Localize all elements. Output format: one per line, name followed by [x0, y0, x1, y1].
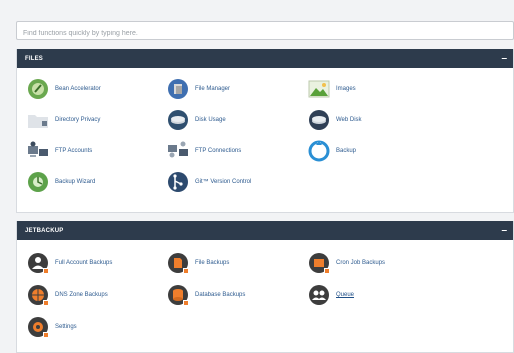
search-field-container [16, 21, 514, 42]
queue-link[interactable]: Queue [308, 284, 354, 306]
git-icon [167, 171, 189, 193]
file-backups-link[interactable]: File Backups [167, 252, 229, 274]
disk-usage-link[interactable]: Disk Usage [167, 109, 226, 131]
item-label: FTP Accounts [55, 148, 93, 154]
backup-link[interactable]: Backup [308, 140, 356, 162]
bean-accelerator-link[interactable]: Bean Accelerator [27, 78, 101, 100]
jetbackup-panel-header[interactable]: JETBACKUP – [17, 221, 513, 240]
jetbackup-panel-title: JETBACKUP [25, 227, 64, 234]
search-input[interactable] [17, 25, 513, 42]
database-backups-link[interactable]: Database Backups [167, 284, 245, 306]
ftp-accounts-link[interactable]: FTP Accounts [27, 140, 92, 162]
disk-icon [167, 109, 189, 131]
item-label: Settings [55, 324, 77, 330]
cron-backup-icon [308, 252, 330, 274]
folder-lock-icon [27, 109, 49, 131]
backup-wizard-link[interactable]: Backup Wizard [27, 171, 95, 193]
item-label: Backup Wizard [55, 179, 96, 185]
account-backup-icon [27, 252, 49, 274]
ftp-accounts-icon [27, 140, 49, 162]
item-label: Full Account Backups [55, 260, 113, 266]
images-link[interactable]: Images [308, 78, 356, 100]
item-label: Directory Privacy [55, 117, 101, 123]
dns-zone-backups-link[interactable]: DNS Zone Backups [27, 284, 108, 306]
cpanel-page: FILES – Bean Accelerator File Manager [0, 0, 514, 353]
item-label: Queue [336, 292, 355, 298]
files-panel-header[interactable]: FILES – [17, 49, 513, 68]
backup-icon [308, 140, 330, 162]
settings-icon [27, 316, 49, 338]
settings-link[interactable]: Settings [27, 316, 77, 338]
dns-backup-icon [27, 284, 49, 306]
files-panel: FILES – Bean Accelerator File Manager Im… [16, 49, 514, 213]
database-backup-icon [167, 284, 189, 306]
image-icon [308, 78, 330, 100]
git-version-control-link[interactable]: Git™ Version Control [167, 171, 251, 193]
item-label: Bean Accelerator [55, 86, 101, 92]
jetbackup-panel: JETBACKUP – Full Account Backups File Ba… [16, 221, 514, 353]
item-label: Backup [336, 148, 357, 154]
item-label: Images [336, 86, 356, 92]
cron-job-backups-link[interactable]: Cron Job Backups [308, 252, 385, 274]
item-label: File Backups [195, 260, 230, 266]
file-manager-icon [167, 78, 189, 100]
web-disk-icon [308, 109, 330, 131]
item-label: Disk Usage [195, 117, 226, 123]
queue-icon [308, 284, 330, 306]
item-label: FTP Connections [195, 148, 242, 154]
ftp-connections-icon [167, 140, 189, 162]
full-account-backups-link[interactable]: Full Account Backups [27, 252, 112, 274]
file-backup-icon [167, 252, 189, 274]
collapse-icon[interactable]: – [501, 53, 507, 64]
item-label: Database Backups [195, 292, 246, 298]
collapse-icon[interactable]: – [501, 225, 507, 236]
ftp-connections-link[interactable]: FTP Connections [167, 140, 241, 162]
file-manager-link[interactable]: File Manager [167, 78, 230, 100]
item-label: Web Disk [336, 117, 362, 123]
accelerator-icon [27, 78, 49, 100]
item-label: DNS Zone Backups [55, 292, 108, 298]
item-label: File Manager [195, 86, 231, 92]
files-panel-title: FILES [25, 55, 44, 62]
item-label: Cron Job Backups [336, 260, 386, 266]
backup-wizard-icon [27, 171, 49, 193]
directory-privacy-link[interactable]: Directory Privacy [27, 109, 100, 131]
item-label: Git™ Version Control [195, 179, 252, 185]
web-disk-link[interactable]: Web Disk [308, 109, 362, 131]
